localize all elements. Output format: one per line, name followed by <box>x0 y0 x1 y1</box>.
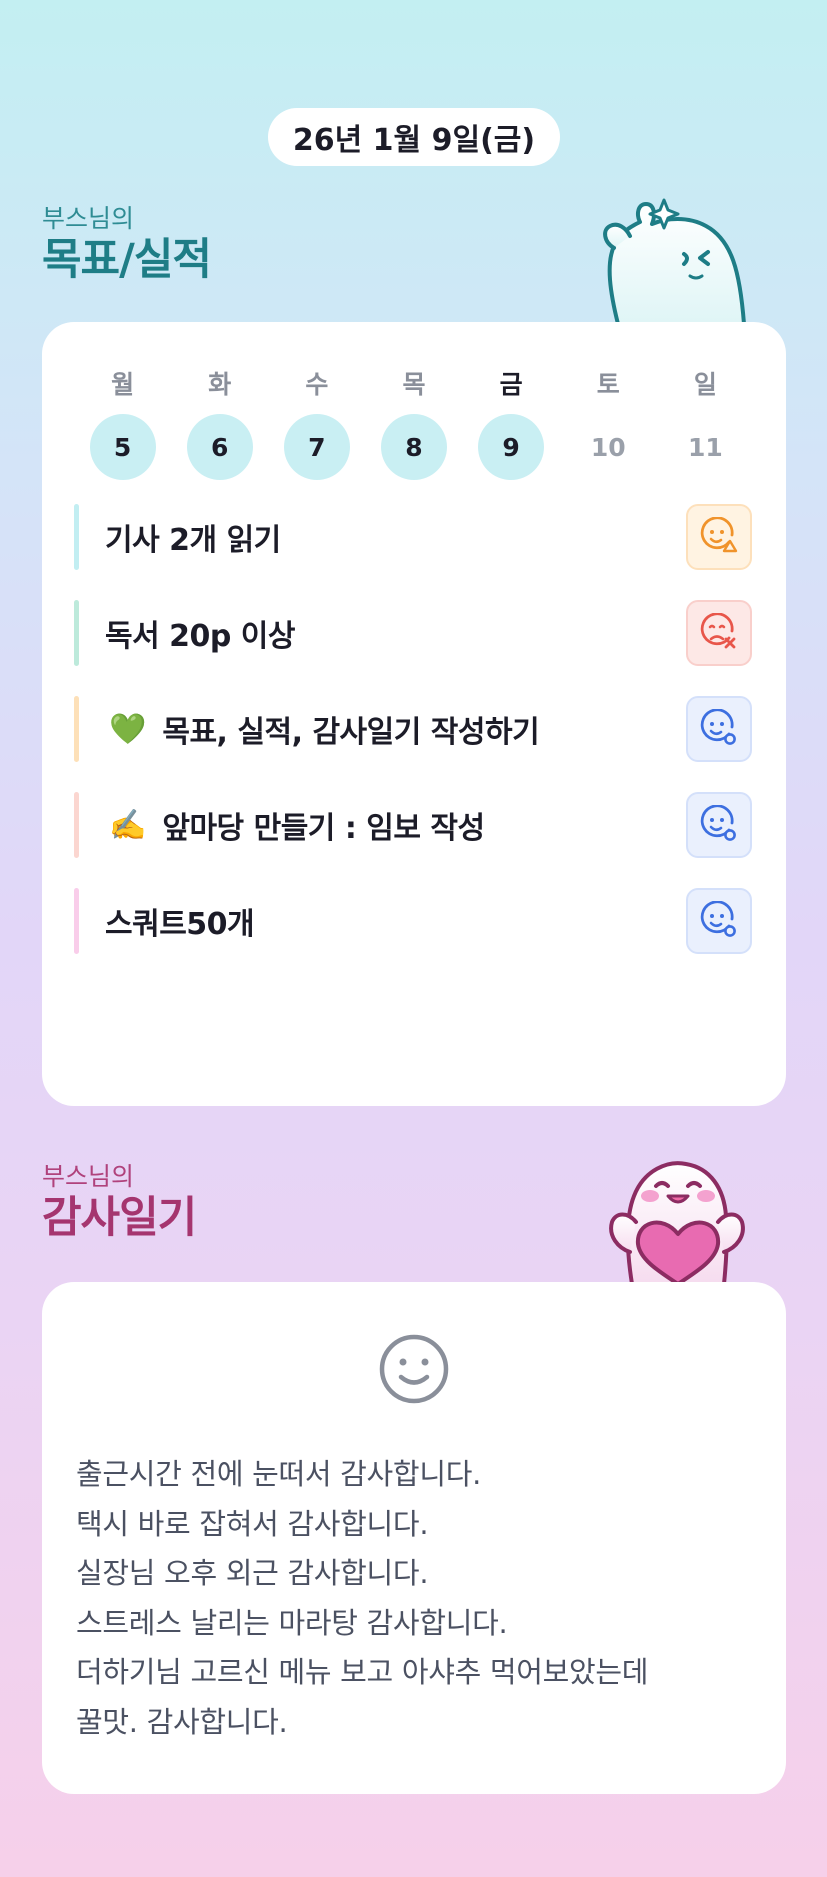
day-number[interactable]: 10 <box>575 414 641 480</box>
diary-line: 택시 바로 잡혀서 감사합니다. <box>76 1506 429 1541</box>
goal-row[interactable]: 스쿼트50개 <box>74 888 754 954</box>
goal-status-button[interactable] <box>686 600 752 666</box>
goal-status-button[interactable] <box>686 792 752 858</box>
diary-line: 꿀맛. 감사합니다. <box>76 1704 288 1739</box>
day-name: 토 <box>596 370 620 399</box>
goal-color-bar <box>74 696 79 762</box>
diary-line: 출근시간 전에 눈떠서 감사합니다. <box>76 1457 481 1491</box>
goals-title: 목표/실적 <box>42 235 212 285</box>
goal-row[interactable]: 독서 20p 이상 <box>74 600 754 666</box>
day-column[interactable]: 토 10 <box>560 368 657 480</box>
smile-circle-icon <box>699 805 739 845</box>
day-number[interactable]: 9 <box>478 414 545 480</box>
day-number[interactable]: 6 <box>186 414 253 480</box>
goal-emoji: 💚 <box>109 711 147 747</box>
goal-color-bar <box>74 888 79 954</box>
goal-label: 스쿼트50개 <box>105 907 255 942</box>
smile-circle-icon <box>699 901 739 941</box>
day-number[interactable]: 5 <box>89 414 156 480</box>
day-column[interactable]: 수7 <box>268 368 365 480</box>
goal-label: 앞마당 만들기 : 임보 작성 <box>162 811 485 846</box>
diary-line: 스트레스 날리는 마라탕 감사합니다. <box>76 1605 508 1640</box>
date-pill[interactable]: 26년 1월 9일(금) <box>268 108 560 166</box>
goals-subtitle: 부스님의 <box>42 204 135 233</box>
goal-status-button[interactable] <box>686 888 752 954</box>
goal-label: 목표, 실적, 감사일기 작성하기 <box>162 715 540 750</box>
day-number[interactable]: 7 <box>283 414 350 480</box>
goal-status-button[interactable] <box>686 504 752 570</box>
diary-text: 출근시간 전에 눈떠서 감사합니다. 택시 바로 잡혀서 감사합니다. 실장님 오후… <box>76 1450 756 1747</box>
day-column[interactable]: 월5 <box>74 368 171 480</box>
smile-face-icon <box>379 1334 449 1404</box>
smile-triangle-icon <box>699 517 739 557</box>
diary-line: 실장님 오후 외근 감사합니다. <box>76 1556 429 1590</box>
day-name: 화 <box>208 370 232 399</box>
goals-card: 월 5 화 6 수 7 목 8 금 9 토 10 일 11 기사 2개 읽기 독서 20p 이상 💚 목표, 실… <box>42 322 786 1106</box>
goal-color-bar <box>74 792 79 858</box>
smile-circle-icon <box>699 709 739 749</box>
day-column[interactable]: 일 11 <box>657 368 754 480</box>
day-name: 일 <box>693 370 717 399</box>
goal-status-button[interactable] <box>686 696 752 762</box>
diary-line: 더하기님 고르신 메뉴 보고 아샤추 먹어보았는데 <box>76 1655 649 1689</box>
day-number[interactable]: 8 <box>380 414 447 480</box>
goal-label: 독서 20p 이상 <box>105 619 296 654</box>
diary-section-heading: 부스님의 감사일기 <box>42 1162 197 1244</box>
diary-card: 출근시간 전에 눈떠서 감사합니다. 택시 바로 잡혀서 감사합니다. 실장님 오후… <box>42 1282 786 1794</box>
day-name: 월 <box>111 370 135 399</box>
diary-subtitle: 부스님의 <box>42 1162 135 1191</box>
day-name: 목 <box>402 370 426 399</box>
goal-emoji: ✍️ <box>109 807 147 843</box>
day-number[interactable]: 11 <box>672 414 738 480</box>
goal-row[interactable]: 💚 목표, 실적, 감사일기 작성하기 <box>74 696 754 762</box>
goal-color-bar <box>74 600 79 666</box>
date-label: 26년 1월 9일(금) <box>292 123 536 158</box>
day-name: 수 <box>305 370 329 399</box>
day-column[interactable]: 목8 <box>365 368 462 480</box>
day-column[interactable]: 금9 <box>463 368 560 480</box>
day-column[interactable]: 화6 <box>171 368 268 480</box>
mascot-waving-icon <box>603 198 746 324</box>
mascot-heart-icon <box>609 1161 745 1284</box>
goal-label: 기사 2개 읽기 <box>105 523 281 558</box>
diary-title: 감사일기 <box>42 1193 197 1243</box>
goal-row[interactable]: 기사 2개 읽기 <box>74 504 754 570</box>
frown-x-icon <box>699 613 739 653</box>
week-strip: 월 5 화 6 수 7 목 8 금 9 토 10 일 11 <box>74 368 754 480</box>
goals-section-heading: 부스님의 목표/실적 <box>42 204 212 286</box>
day-name: 금 <box>499 370 523 399</box>
goal-row[interactable]: ✍️ 앞마당 만들기 : 임보 작성 <box>74 792 754 858</box>
goal-color-bar <box>74 504 79 570</box>
